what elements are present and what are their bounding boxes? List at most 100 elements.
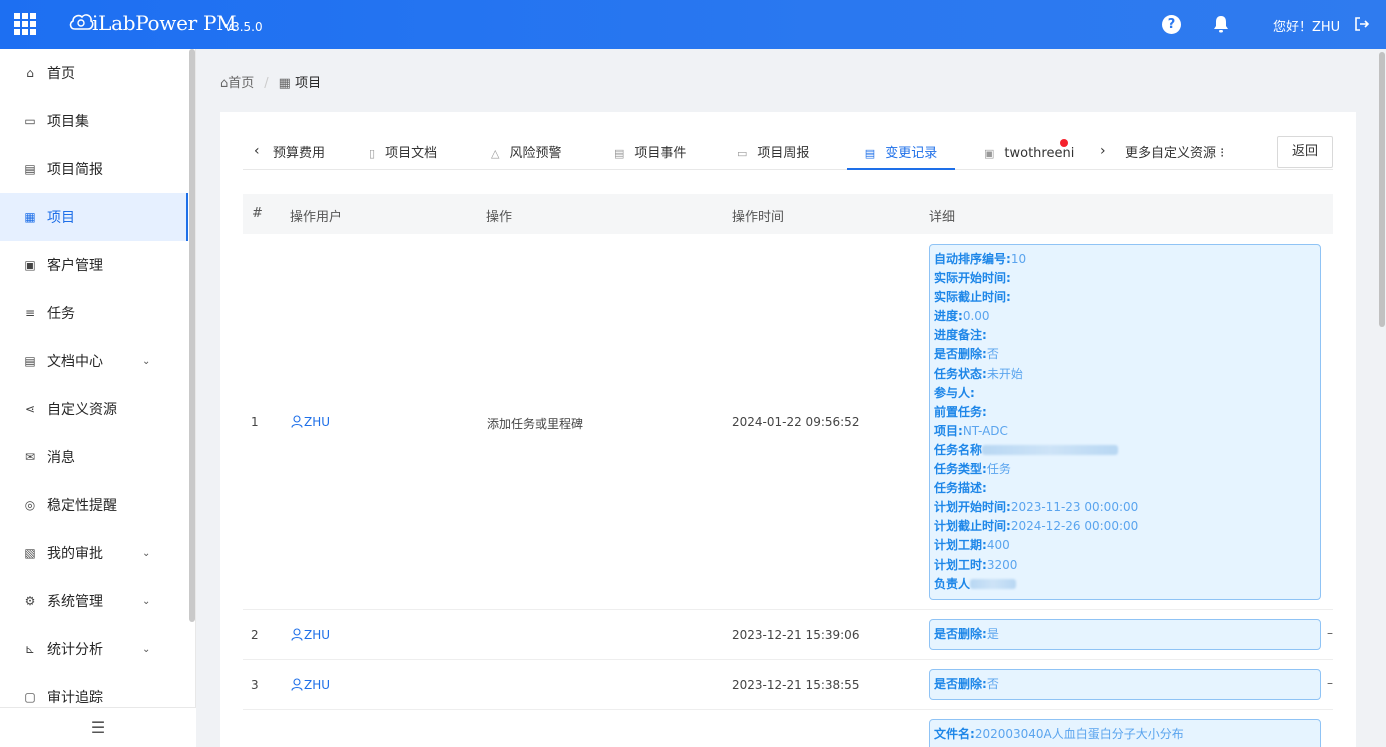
col-index: #	[252, 206, 263, 221]
breadcrumb-separator: /	[264, 76, 269, 91]
detail-value: NT-ADC	[962, 423, 1008, 438]
sidebar-scrollbar[interactable]	[189, 49, 195, 622]
sidebar-item[interactable]: ▧ 我的审批 ⌄	[0, 529, 188, 577]
row-trail: –	[1327, 626, 1333, 640]
detail-key: 自动排序编号:	[934, 252, 1011, 266]
detail-line: 计划开始时间:2023-11-23 00:00:00	[934, 498, 1316, 517]
chevron-down-icon[interactable]: ⌄	[142, 596, 152, 607]
detail-key: 是否删除:	[934, 677, 987, 691]
app-version: v3.5.0	[225, 20, 263, 34]
document-icon: ▤	[864, 147, 876, 160]
row-user[interactable]: ZHU	[291, 628, 330, 642]
col-time: 操作时间	[732, 210, 785, 225]
sidebar-item[interactable]: ⚙ 系统管理 ⌄	[0, 577, 188, 625]
report-icon: ▤	[24, 162, 36, 176]
detail-value: 否	[986, 677, 999, 691]
tabs-prev-icon[interactable]: ‹	[254, 143, 260, 159]
detail-line: 负责人	[934, 575, 1316, 594]
sidebar-item[interactable]: ▦ 项目	[0, 193, 188, 241]
detail-line: 实际截止时间:	[934, 288, 1316, 307]
detail-key: 任务名称	[934, 442, 983, 457]
sidebar-item[interactable]: ◎ 稳定性提醒	[0, 481, 188, 529]
back-button[interactable]: 返回	[1277, 136, 1333, 168]
chevron-down-icon[interactable]: ⌄	[142, 644, 152, 655]
sidebar-item-label: 客户管理	[47, 258, 103, 274]
col-user: 操作用户	[290, 210, 343, 225]
app-grid-icon[interactable]	[14, 13, 36, 35]
chevron-down-icon[interactable]: ⌄	[142, 548, 152, 559]
row-user-name: ZHU	[304, 678, 331, 692]
grid-icon: ▦	[24, 210, 36, 224]
detail-value: 是	[986, 627, 999, 641]
sidebar-item[interactable]: ▤ 文档中心 ⌄	[0, 337, 188, 385]
help-icon[interactable]: ?	[1162, 15, 1181, 34]
home-icon: ⌂	[26, 66, 34, 80]
more-resources-dropdown[interactable]: 更多自定义资源 ⁝	[1125, 142, 1224, 161]
detail-value: 3200	[986, 557, 1018, 572]
sidebar-item[interactable]: ⌂ 首页	[0, 49, 188, 97]
contact-icon: ▣	[24, 258, 36, 272]
row-user[interactable]: ZHU	[291, 678, 330, 692]
page-scrollbar[interactable]	[1379, 52, 1385, 327]
row-divider	[243, 609, 1333, 610]
sidebar-item-label: 统计分析	[47, 642, 103, 658]
sidebar-item-label: 我的审批	[47, 546, 103, 562]
audit-icon: ▢	[24, 690, 36, 704]
detail-key: 计划开始时间:	[934, 500, 1011, 515]
list-icon: ≡	[24, 306, 36, 320]
detail-key: 是否删除:	[934, 347, 987, 362]
tab-risk-warning-label: 风险预警	[509, 146, 562, 161]
tab-budget[interactable]: 预算费用	[273, 137, 325, 170]
detail-key: 计划工时:	[934, 557, 987, 572]
chevron-down-icon[interactable]: ⌄	[142, 356, 152, 367]
sidebar-item[interactable]: ▤ 项目简报	[0, 145, 188, 193]
sidebar-collapse-icon[interactable]: ☰	[0, 707, 196, 747]
user-greeting[interactable]: 您好！ZHU	[1273, 16, 1340, 35]
top-header: iLabPower PM v3.5.0 ? 您好！ZHU	[0, 0, 1386, 49]
sidebar-item[interactable]: ▭ 项目集	[0, 97, 188, 145]
detail-line: 进度备注:	[934, 326, 1316, 345]
tab-risk-warning[interactable]: △ 风险预警	[491, 137, 561, 170]
row-action: 添加任务或里程碑	[487, 417, 584, 431]
bell-icon[interactable]	[1211, 14, 1231, 34]
detail-line: 进度:0.00	[934, 307, 1316, 326]
list-icon: ▤	[614, 147, 625, 160]
resource-icon: ▣	[984, 147, 995, 160]
breadcrumb-home[interactable]: 首页	[228, 76, 254, 91]
detail-line: 前置任务:	[934, 403, 1316, 422]
tab-weekly-report[interactable]: ▭ 项目周报	[737, 137, 809, 170]
row-user[interactable]: ZHU	[291, 415, 330, 429]
logout-icon[interactable]	[1353, 15, 1371, 33]
sidebar-item[interactable]: ⊾ 统计分析 ⌄	[0, 625, 188, 673]
row-time: 2023-12-21 15:38:55	[732, 678, 860, 692]
user-icon	[291, 678, 303, 691]
detail-line: 计划截止时间:2024-12-26 00:00:00	[934, 517, 1316, 536]
detail-line: 任务名称	[934, 441, 1316, 460]
grid-icon: ▦	[278, 76, 296, 91]
table-header: # 操作用户 操作 操作时间 详细	[243, 194, 1333, 234]
tab-project-events[interactable]: ▤ 项目事件	[614, 137, 686, 170]
tab-budget-label: 预算费用	[273, 146, 326, 161]
tab-change-log[interactable]: ▤ 变更记录	[847, 137, 955, 170]
redacted-value	[970, 578, 1017, 589]
sidebar-item[interactable]: ⋖ 自定义资源	[0, 385, 188, 433]
chart-icon: ⊾	[24, 642, 36, 656]
sidebar-item-label: 项目简报	[47, 162, 103, 178]
tabs-next-icon[interactable]: ›	[1100, 143, 1106, 159]
row-time: 2023-12-21 15:39:06	[732, 628, 860, 642]
detail-value: 未开始	[986, 366, 1023, 381]
sidebar-item[interactable]: ▣ 客户管理	[0, 241, 188, 289]
detail-key: 进度:	[934, 309, 963, 324]
shield-icon: ◎	[24, 498, 36, 512]
detail-value: 10	[1010, 252, 1027, 266]
detail-line: 实际开始时间:	[934, 269, 1316, 288]
notification-dot	[1060, 139, 1068, 147]
detail-value: 2024-12-26 00:00:00	[1010, 519, 1139, 534]
sidebar-item[interactable]: ≡ 任务	[0, 289, 188, 337]
row-user-name: ZHU	[304, 415, 331, 429]
sidebar-item[interactable]: ✉ 消息	[0, 433, 188, 481]
tab-project-docs-label: 项目文档	[385, 146, 438, 161]
sidebar: ⌂ 首页 ▭ 项目集 ▤ 项目简报 ▦ 项目 ▣ 客户管理 ≡ 任务 ▤ 文档中心 ⌄ ⋖ 自定义资源 ✉ 消息 ◎ 稳…	[0, 49, 196, 747]
breadcrumb: ⌂首页 / ▦ 项目	[220, 72, 321, 91]
tab-project-docs[interactable]: ▯ 项目文档	[369, 137, 437, 170]
